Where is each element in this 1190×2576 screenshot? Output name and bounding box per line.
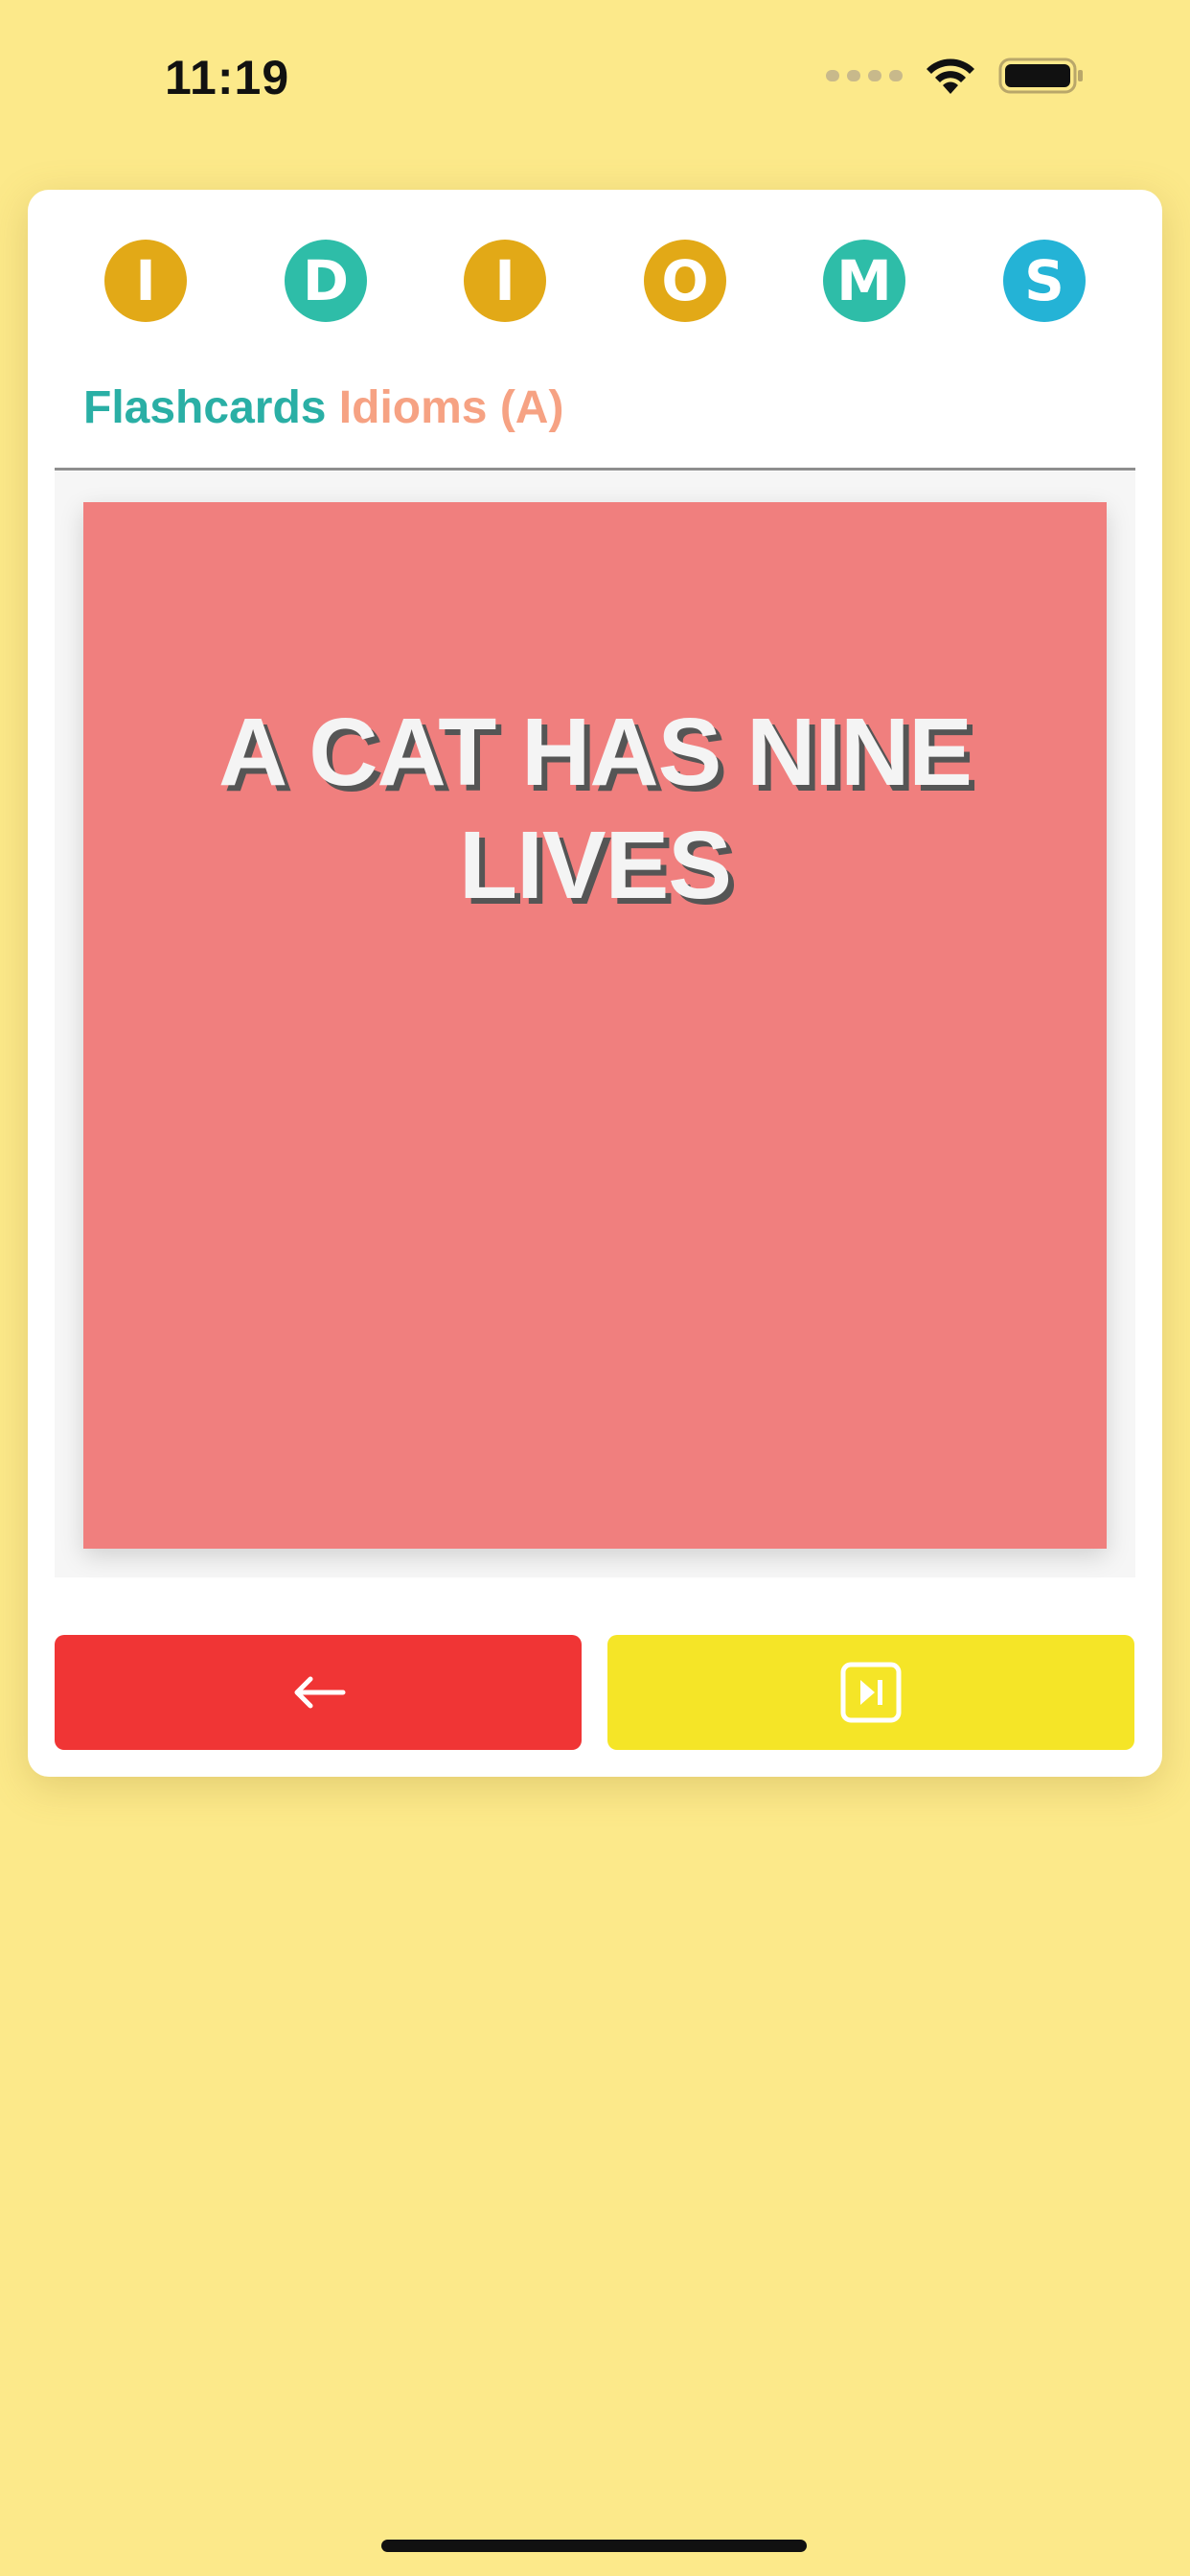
status-bar: 11:19 (0, 0, 1190, 153)
home-indicator[interactable] (381, 2540, 807, 2552)
letter-badge-i-1: I (104, 240, 187, 322)
arrow-left-icon (294, 1676, 346, 1709)
page-title: Flashcards Idioms (A) (83, 381, 563, 434)
letter-badge-label: O (661, 248, 709, 313)
next-button[interactable] (607, 1635, 1134, 1750)
letter-badge-label: I (135, 248, 156, 313)
letter-badge-s: S (1003, 240, 1086, 322)
skip-next-icon (840, 1662, 902, 1723)
wifi-icon (927, 58, 974, 94)
title-flashcards: Flashcards (83, 382, 327, 433)
status-icons (826, 56, 1085, 96)
idioms-card: I D I O M S Flashcards Idioms (A) A CAT … (28, 190, 1162, 1777)
title-category: Idioms (A) (338, 382, 564, 433)
divider (55, 468, 1135, 471)
letter-badge-label: D (302, 248, 350, 313)
letter-badge-label: M (836, 248, 892, 313)
letter-badge-o: O (644, 240, 726, 322)
flashcard[interactable]: A CAT HAS NINE LIVES (83, 502, 1107, 1549)
letter-badge-label: I (494, 248, 515, 313)
status-time: 11:19 (165, 51, 290, 104)
back-button[interactable] (55, 1635, 582, 1750)
cellular-signal-icon (826, 70, 903, 81)
letter-badge-i-2: I (464, 240, 546, 322)
letter-badge-m: M (823, 240, 905, 322)
flashcard-idiom-text: A CAT HAS NINE LIVES (218, 699, 973, 919)
letter-badge-d: D (285, 240, 367, 322)
letter-badge-label: S (1024, 248, 1064, 313)
battery-icon (998, 58, 1083, 94)
idioms-letter-row: I D I O M S (28, 240, 1162, 326)
